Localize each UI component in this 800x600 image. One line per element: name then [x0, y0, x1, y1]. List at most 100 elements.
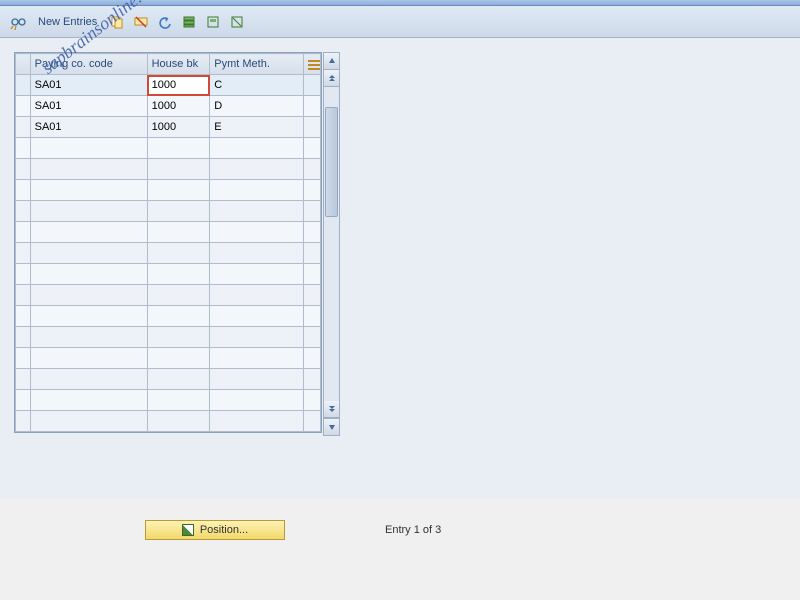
cell-house-bk[interactable]: 1000: [147, 75, 210, 96]
cell-paying-co-code[interactable]: [30, 138, 147, 159]
table-row[interactable]: SA011000C: [16, 75, 321, 96]
cell-paying-co-code[interactable]: [30, 243, 147, 264]
cell-house-bk[interactable]: [147, 306, 210, 327]
col-header-pymt-meth[interactable]: Pymt Meth.: [210, 54, 304, 75]
row-selector[interactable]: [16, 264, 31, 285]
cell-pymt-meth[interactable]: [210, 243, 304, 264]
scroll-up-button[interactable]: [324, 53, 339, 70]
row-selector[interactable]: [16, 243, 31, 264]
table-row[interactable]: SA011000E: [16, 117, 321, 138]
cell-house-bk[interactable]: [147, 180, 210, 201]
copy-icon[interactable]: [107, 12, 127, 32]
table-row-empty[interactable]: [16, 180, 321, 201]
cell-house-bk[interactable]: [147, 222, 210, 243]
row-selector[interactable]: [16, 201, 31, 222]
cell-house-bk[interactable]: [147, 285, 210, 306]
row-selector[interactable]: [16, 138, 31, 159]
cell-paying-co-code[interactable]: [30, 411, 147, 432]
scroll-down-button[interactable]: [324, 418, 339, 435]
cell-paying-co-code[interactable]: [30, 264, 147, 285]
cell-house-bk[interactable]: [147, 201, 210, 222]
scroll-track[interactable]: [324, 87, 339, 401]
cell-paying-co-code[interactable]: [30, 180, 147, 201]
row-selector[interactable]: [16, 180, 31, 201]
cell-pymt-meth[interactable]: [210, 411, 304, 432]
cell-paying-co-code[interactable]: [30, 348, 147, 369]
cell-paying-co-code[interactable]: [30, 285, 147, 306]
row-selector-header[interactable]: [16, 54, 31, 75]
scroll-down-page-button[interactable]: [324, 401, 339, 418]
cell-house-bk[interactable]: [147, 243, 210, 264]
cell-house-bk[interactable]: [147, 390, 210, 411]
cell-house-bk[interactable]: [147, 369, 210, 390]
table-row-empty[interactable]: [16, 285, 321, 306]
table-row-empty[interactable]: [16, 222, 321, 243]
delete-row-icon[interactable]: [131, 12, 151, 32]
table-row-empty[interactable]: [16, 264, 321, 285]
cell-house-bk[interactable]: [147, 138, 210, 159]
cell-paying-co-code[interactable]: SA01: [30, 96, 147, 117]
cell-house-bk[interactable]: [147, 327, 210, 348]
row-selector[interactable]: [16, 75, 31, 96]
table-row-empty[interactable]: [16, 243, 321, 264]
cell-pymt-meth[interactable]: [210, 201, 304, 222]
cell-paying-co-code[interactable]: [30, 159, 147, 180]
data-grid[interactable]: Paying co. code House bk Pymt Meth. SA01…: [15, 53, 321, 432]
table-row-empty[interactable]: [16, 411, 321, 432]
select-block-icon[interactable]: [203, 12, 223, 32]
cell-paying-co-code[interactable]: [30, 369, 147, 390]
cell-pymt-meth[interactable]: [210, 138, 304, 159]
cell-pymt-meth[interactable]: C: [210, 75, 304, 96]
cell-paying-co-code[interactable]: [30, 201, 147, 222]
deselect-all-icon[interactable]: [227, 12, 247, 32]
cell-pymt-meth[interactable]: [210, 306, 304, 327]
cell-paying-co-code[interactable]: [30, 306, 147, 327]
scroll-up-page-button[interactable]: [324, 70, 339, 87]
table-row-empty[interactable]: [16, 369, 321, 390]
scroll-thumb[interactable]: [325, 107, 338, 217]
cell-pymt-meth[interactable]: [210, 180, 304, 201]
cell-pymt-meth[interactable]: D: [210, 96, 304, 117]
row-selector[interactable]: [16, 348, 31, 369]
row-selector[interactable]: [16, 285, 31, 306]
row-selector[interactable]: [16, 222, 31, 243]
cell-pymt-meth[interactable]: [210, 348, 304, 369]
col-header-paying-co-code[interactable]: Paying co. code: [30, 54, 147, 75]
row-selector[interactable]: [16, 369, 31, 390]
cell-pymt-meth[interactable]: [210, 390, 304, 411]
cell-pymt-meth[interactable]: E: [210, 117, 304, 138]
table-row-empty[interactable]: [16, 159, 321, 180]
row-selector[interactable]: [16, 159, 31, 180]
row-selector[interactable]: [16, 306, 31, 327]
new-entries-button[interactable]: New Entries: [32, 14, 103, 30]
cell-house-bk[interactable]: 1000: [147, 117, 210, 138]
cell-house-bk[interactable]: [147, 159, 210, 180]
undo-icon[interactable]: [155, 12, 175, 32]
table-row-empty[interactable]: [16, 306, 321, 327]
row-selector[interactable]: [16, 117, 31, 138]
cell-pymt-meth[interactable]: [210, 222, 304, 243]
cell-paying-co-code[interactable]: [30, 222, 147, 243]
cell-pymt-meth[interactable]: [210, 327, 304, 348]
cell-pymt-meth[interactable]: [210, 285, 304, 306]
cell-house-bk[interactable]: [147, 411, 210, 432]
cell-house-bk[interactable]: 1000: [147, 96, 210, 117]
position-button[interactable]: Position...: [145, 520, 285, 540]
cell-house-bk[interactable]: [147, 264, 210, 285]
cell-paying-co-code[interactable]: SA01: [30, 117, 147, 138]
table-row-empty[interactable]: [16, 138, 321, 159]
cell-paying-co-code[interactable]: [30, 390, 147, 411]
cell-pymt-meth[interactable]: [210, 369, 304, 390]
table-row[interactable]: SA011000D: [16, 96, 321, 117]
col-header-house-bk[interactable]: House bk: [147, 54, 210, 75]
table-row-empty[interactable]: [16, 201, 321, 222]
table-row-empty[interactable]: [16, 390, 321, 411]
cell-pymt-meth[interactable]: [210, 159, 304, 180]
vertical-scrollbar[interactable]: [323, 52, 340, 436]
table-row-empty[interactable]: [16, 327, 321, 348]
cell-paying-co-code[interactable]: [30, 327, 147, 348]
glasses-change-icon[interactable]: [8, 12, 28, 32]
row-selector[interactable]: [16, 411, 31, 432]
select-all-icon[interactable]: [179, 12, 199, 32]
table-row-empty[interactable]: [16, 348, 321, 369]
